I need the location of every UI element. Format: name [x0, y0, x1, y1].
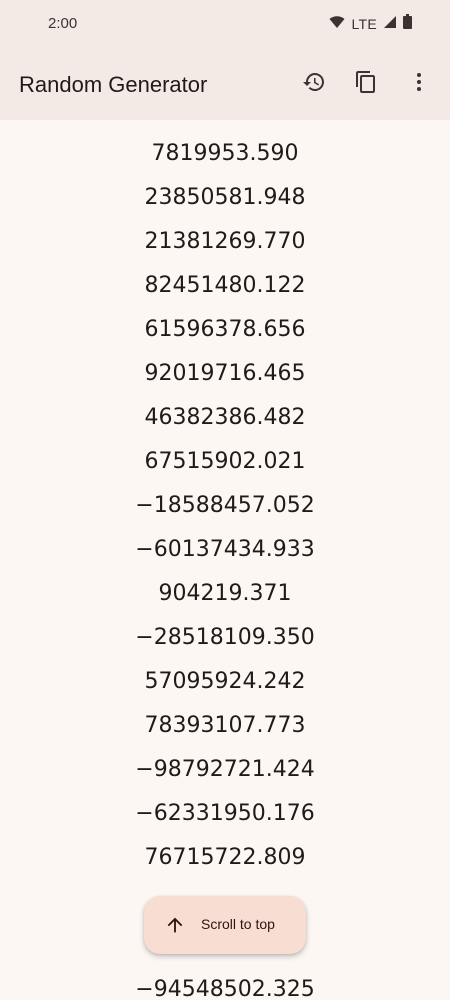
- number-item: 46382386.482: [144, 405, 306, 430]
- number-item: 92019716.465: [144, 361, 306, 386]
- number-item: 57095924.242: [144, 669, 306, 694]
- copy-icon: [354, 70, 378, 98]
- signal-icon: [383, 14, 397, 33]
- history-button[interactable]: [294, 64, 334, 104]
- number-item: 23850581.948: [144, 185, 306, 210]
- network-type-label: LTE: [351, 15, 377, 32]
- number-item: 82451480.122: [144, 273, 306, 298]
- status-time: 2:00: [48, 15, 78, 32]
- app-title: Random Generator: [19, 72, 208, 97]
- number-item: 78393107.773: [144, 713, 306, 738]
- status-bar: 2:00 LTE: [0, 0, 450, 50]
- number-item: 76715722.809: [144, 845, 306, 870]
- more-vert-icon: [407, 70, 431, 98]
- history-icon: [302, 70, 326, 98]
- more-options-button[interactable]: [399, 64, 439, 104]
- number-item: −18588457.052: [135, 493, 315, 518]
- number-item: 67515902.021: [144, 449, 306, 474]
- number-item: −60137434.933: [135, 537, 315, 562]
- arrow-up-icon: [164, 914, 186, 936]
- number-item: 7819953.590: [151, 141, 299, 166]
- scroll-to-top-label: Scroll to top: [201, 916, 275, 932]
- scroll-to-top-button[interactable]: Scroll to top: [144, 896, 306, 954]
- app-bar: Random Generator: [0, 50, 450, 120]
- number-item: −98792721.424: [135, 757, 315, 782]
- battery-icon: [403, 14, 412, 33]
- copy-button[interactable]: [346, 64, 386, 104]
- numbers-list[interactable]: 7819953.590 23850581.948 21381269.770 82…: [0, 120, 450, 1000]
- number-item: 21381269.770: [144, 229, 306, 254]
- number-item: −94548502.325: [135, 977, 315, 1000]
- number-item: 904219.371: [158, 581, 292, 606]
- number-item: −28518109.350: [135, 625, 315, 650]
- status-icons: LTE: [329, 14, 412, 33]
- number-item: −62331950.176: [135, 801, 315, 826]
- wifi-icon: [329, 14, 345, 33]
- number-item: 61596378.656: [144, 317, 306, 342]
